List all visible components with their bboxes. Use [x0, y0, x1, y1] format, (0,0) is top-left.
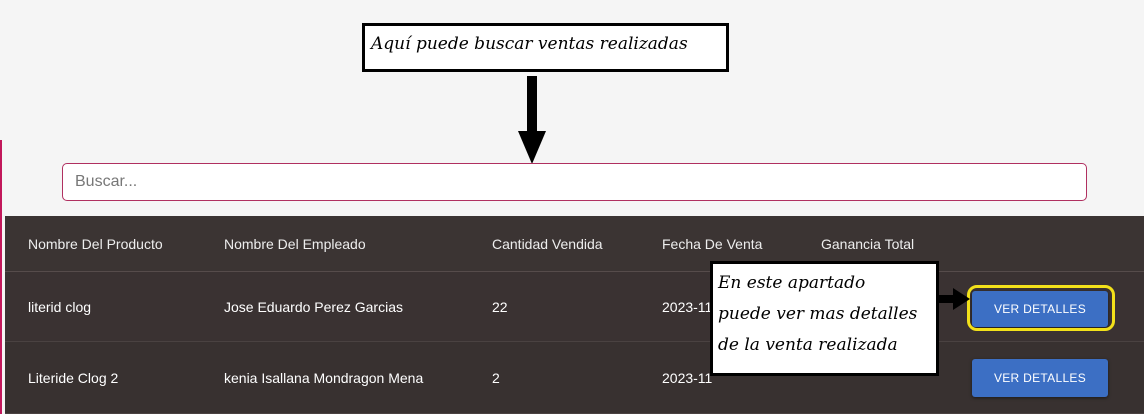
cell-fecha: 2023-11	[662, 298, 713, 315]
details-hint-line: En este apartado	[718, 273, 866, 293]
search-hint-text: Aquí puede buscar ventas realizadas	[371, 34, 688, 54]
table-header: Nombre Del Producto Nombre Del Empleado …	[5, 216, 1144, 272]
search-hint-callout: Aquí puede buscar ventas realizadas	[362, 23, 729, 72]
cell-empleado: kenia Isallana Mondragon Mena	[224, 369, 424, 386]
details-hint-callout: En este apartado puede ver mas detalles …	[710, 261, 939, 376]
cell-producto: literid clog	[28, 298, 92, 315]
left-accent-bar	[0, 140, 2, 414]
cell-empleado: Jose Eduardo Perez Garcias	[224, 298, 403, 315]
header-ganancia: Ganancia Total	[821, 235, 915, 252]
cell-producto: Literide Clog 2	[28, 369, 119, 386]
header-empleado: Nombre Del Empleado	[224, 235, 366, 252]
details-hint-line: puede ver mas detalles	[718, 304, 918, 324]
down-arrow-icon	[518, 76, 546, 164]
cell-fecha: 2023-11	[662, 369, 713, 386]
ver-detalles-button[interactable]: VER DETALLES	[972, 359, 1108, 397]
header-fecha: Fecha De Venta	[662, 235, 763, 252]
search-container	[62, 163, 1087, 201]
cell-cantidad: 22	[492, 298, 508, 315]
header-producto: Nombre Del Producto	[28, 235, 163, 252]
ver-detalles-button[interactable]: VER DETALLES	[972, 291, 1108, 327]
details-hint-line: de la venta realizada	[718, 335, 898, 355]
cell-cantidad: 2	[492, 369, 500, 386]
header-cantidad: Cantidad Vendida	[492, 235, 603, 252]
search-input[interactable]	[62, 163, 1087, 201]
